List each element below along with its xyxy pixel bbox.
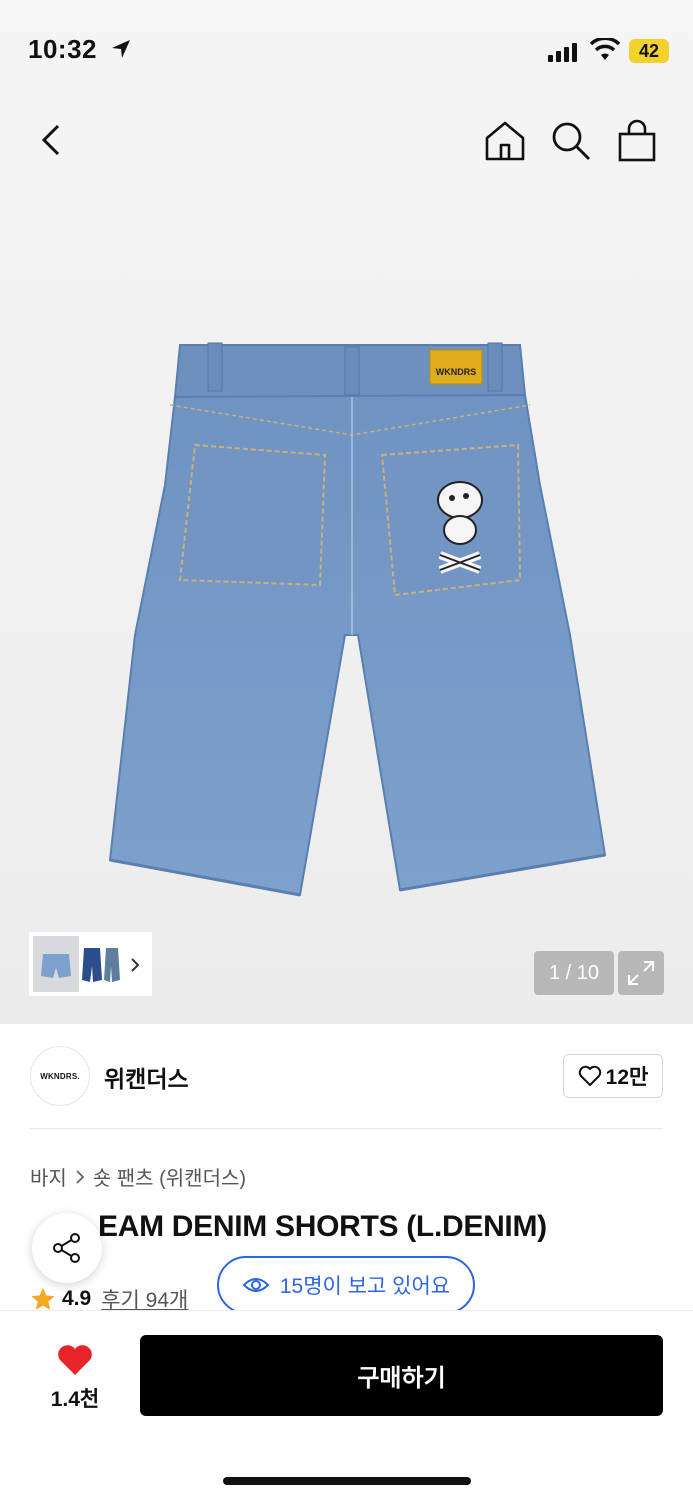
home-indicator: [223, 1477, 471, 1485]
back-arrow-icon[interactable]: [30, 118, 74, 162]
breadcrumb: 바지 숏 팬츠 (위캔더스): [30, 1162, 246, 1191]
chevron-right-icon[interactable]: [129, 956, 141, 974]
search-icon[interactable]: [548, 118, 594, 164]
brand-row: WKNDRS. 위캔더스 12만: [30, 1046, 663, 1106]
wifi-icon: [590, 38, 620, 60]
bottom-action-bar: 1.4천 구매하기: [0, 1310, 693, 1500]
thumbnail-2[interactable]: [81, 942, 103, 986]
expand-button[interactable]: [618, 951, 664, 995]
battery-indicator: 42: [629, 39, 669, 63]
wishlist-count: 1.4천: [50, 1388, 100, 1411]
brand-like-button[interactable]: 12만: [563, 1054, 663, 1098]
heart-filled-icon: [58, 1345, 92, 1375]
image-counter: 1 / 10: [534, 951, 614, 995]
status-time: 10:32: [28, 34, 97, 64]
chevron-right-icon: [76, 1169, 85, 1184]
divider: [30, 1128, 663, 1129]
share-button[interactable]: [32, 1213, 102, 1283]
heart-outline-icon: [578, 1065, 601, 1086]
star-icon: [31, 1287, 55, 1310]
patch-text: WKNDRS: [436, 367, 477, 377]
thumbnail-3[interactable]: [103, 942, 121, 986]
cellular-signal-icon: [548, 43, 577, 62]
status-bar: 10:32 42: [0, 0, 693, 100]
brand-like-count: 12만: [605, 1066, 649, 1089]
location-arrow-icon: [112, 40, 130, 58]
product-image[interactable]: WKNDRS: [100, 335, 620, 900]
thumbnail-strip[interactable]: [29, 932, 152, 996]
shopping-bag-icon[interactable]: [614, 118, 660, 164]
home-icon[interactable]: [482, 118, 528, 164]
rating-score: 4.9: [62, 1287, 92, 1310]
brand-name[interactable]: 위캔더스: [104, 1060, 189, 1094]
buy-button[interactable]: 구매하기: [140, 1335, 663, 1416]
brand-logo[interactable]: WKNDRS.: [30, 1046, 90, 1106]
expand-icon: [628, 961, 654, 985]
viewers-badge[interactable]: 15명이 보고 있어요: [217, 1256, 475, 1314]
share-icon: [53, 1233, 80, 1263]
product-title: EAM DENIM SHORTS (L.DENIM): [98, 1210, 547, 1243]
breadcrumb-subcategory[interactable]: 숏 팬츠 (위캔더스): [93, 1162, 246, 1191]
viewers-text: 15명이 보고 있어요: [279, 1275, 451, 1298]
wishlist-button[interactable]: 1.4천: [30, 1343, 120, 1411]
eye-icon: [242, 1278, 270, 1292]
breadcrumb-category[interactable]: 바지: [30, 1162, 67, 1191]
thumbnail-1[interactable]: [33, 936, 79, 992]
